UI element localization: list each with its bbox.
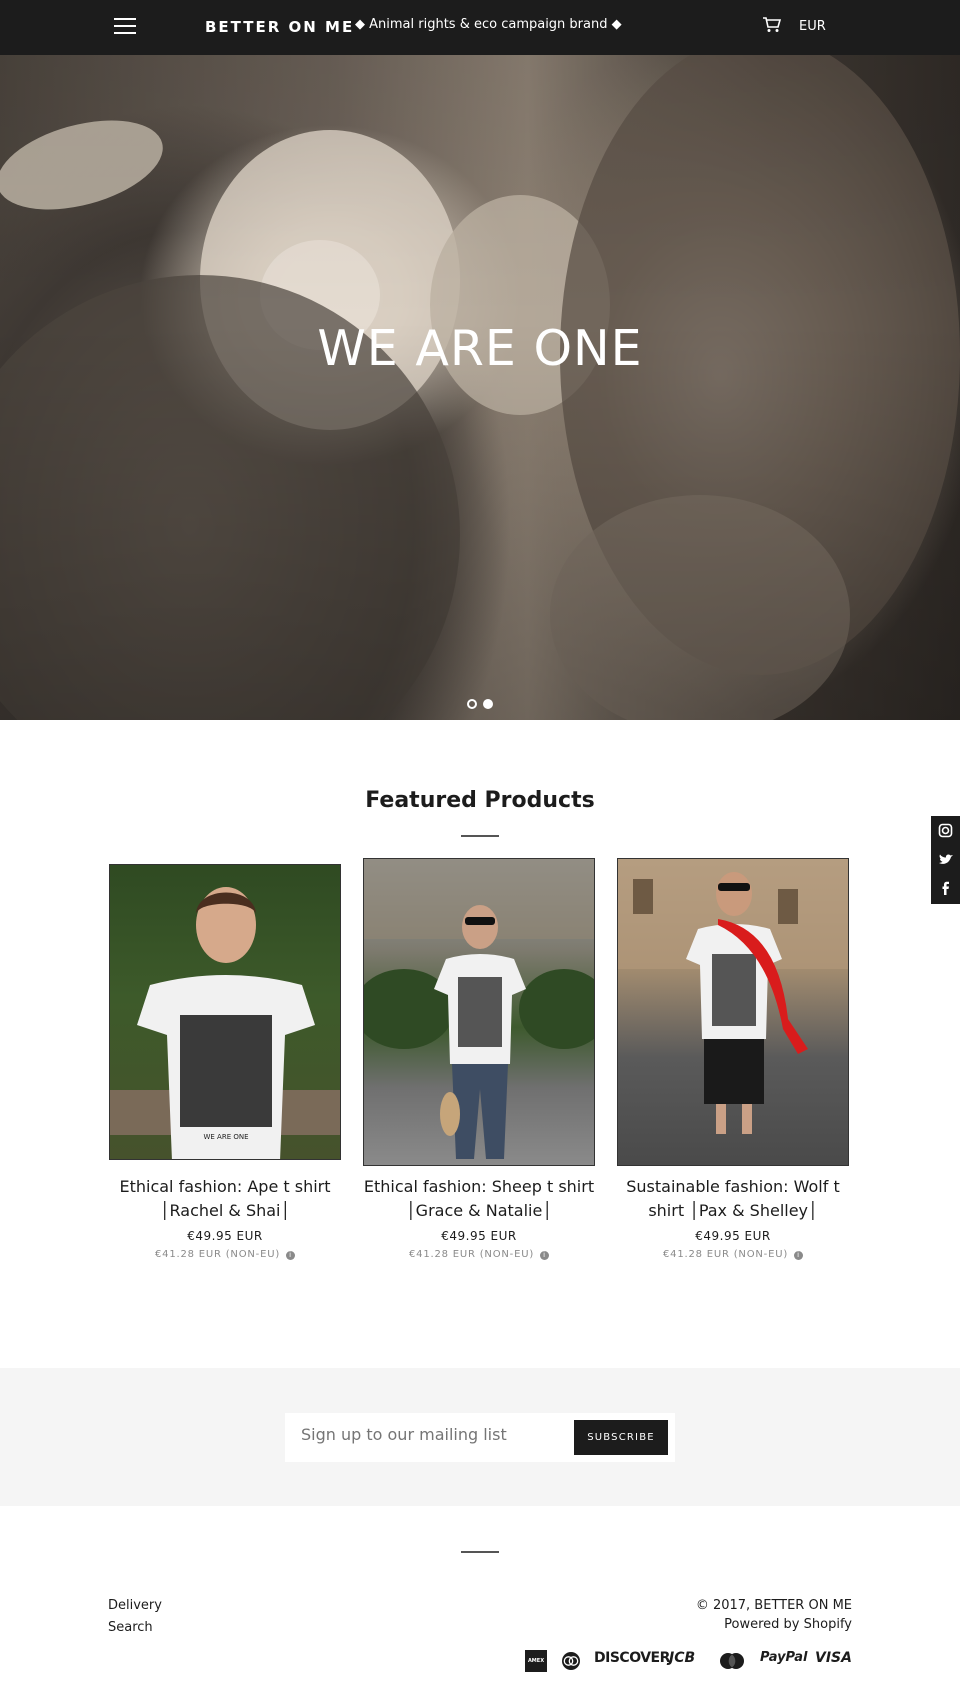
- site-logo[interactable]: BETTER ON ME: [205, 18, 354, 36]
- jcb-icon: JCB: [669, 1650, 696, 1666]
- product-price-non-eu: €41.28 EUR (NON-EU): [663, 1249, 789, 1260]
- info-icon[interactable]: i: [540, 1251, 549, 1260]
- mailing-form: SUBSCRIBE: [285, 1413, 675, 1462]
- product-price-non-eu-row: €41.28 EUR (NON-EU) i: [109, 1249, 341, 1260]
- hero-slideshow: WE ARE ONE: [0, 55, 960, 720]
- product-name-line1[interactable]: Ethical fashion: Ape t shirt: [109, 1175, 341, 1199]
- product-price-non-eu: €41.28 EUR (NON-EU): [409, 1249, 535, 1260]
- featured-products-title: Featured Products: [365, 788, 595, 813]
- info-icon[interactable]: i: [794, 1251, 803, 1260]
- footer-link-search[interactable]: Search: [108, 1620, 153, 1635]
- title-divider: [461, 835, 499, 837]
- hero-title: WE ARE ONE: [317, 320, 643, 377]
- product-price: €49.95 EUR: [187, 1229, 263, 1243]
- mastercard-icon: [718, 1650, 746, 1672]
- product-price: €49.95 EUR: [695, 1229, 771, 1243]
- product-image[interactable]: [617, 858, 849, 1166]
- product-name-line2[interactable]: │Rachel & Shai│: [109, 1199, 341, 1223]
- info-icon[interactable]: i: [286, 1251, 295, 1260]
- mailing-list-section: SUBSCRIBE: [0, 1368, 960, 1506]
- product-name-line2[interactable]: shirt │Pax & Shelley│: [617, 1199, 849, 1223]
- product-image[interactable]: [363, 858, 595, 1166]
- product-name-line2[interactable]: │Grace & Natalie│: [363, 1199, 595, 1223]
- product-price: €49.95 EUR: [441, 1229, 517, 1243]
- diners-club-icon: [560, 1650, 582, 1672]
- slide-dot-1[interactable]: [467, 699, 477, 709]
- twitter-icon[interactable]: [931, 845, 960, 874]
- amex-icon: AMEX: [525, 1650, 547, 1672]
- currency-selector[interactable]: EUR: [799, 19, 826, 34]
- instagram-icon[interactable]: [931, 816, 960, 845]
- footer-divider: [461, 1551, 499, 1553]
- menu-icon[interactable]: [114, 18, 136, 36]
- discover-icon: DISCOVER: [594, 1650, 670, 1666]
- paypal-icon: PayPal: [760, 1650, 808, 1665]
- svg-text:WE ARE ONE: WE ARE ONE: [203, 1133, 248, 1141]
- product-price-non-eu-row: €41.28 EUR (NON-EU) i: [363, 1249, 595, 1260]
- product-name-line1[interactable]: Ethical fashion: Sheep t shirt: [363, 1175, 595, 1199]
- footer-link-delivery[interactable]: Delivery: [108, 1598, 162, 1613]
- site-tagline: ◆ Animal rights & eco campaign brand ◆: [355, 17, 622, 32]
- site-header: BETTER ON ME ◆ Animal rights & eco campa…: [0, 0, 960, 55]
- slide-dot-2[interactable]: [483, 699, 493, 709]
- product-price-non-eu: €41.28 EUR (NON-EU): [155, 1249, 281, 1260]
- product-name-line1[interactable]: Sustainable fashion: Wolf t: [617, 1175, 849, 1199]
- cart-icon[interactable]: [763, 17, 781, 33]
- email-field[interactable]: [301, 1425, 551, 1444]
- subscribe-button[interactable]: SUBSCRIBE: [574, 1420, 668, 1455]
- copyright: © 2017, BETTER ON ME: [695, 1598, 852, 1613]
- powered-by[interactable]: Powered by Shopify: [552, 1617, 852, 1632]
- product-image[interactable]: WE ARE ONE: [109, 864, 341, 1160]
- social-sidebar: [931, 816, 960, 904]
- product-price-non-eu-row: €41.28 EUR (NON-EU) i: [617, 1249, 849, 1260]
- visa-icon: VISA: [815, 1650, 852, 1666]
- facebook-icon[interactable]: [931, 874, 960, 903]
